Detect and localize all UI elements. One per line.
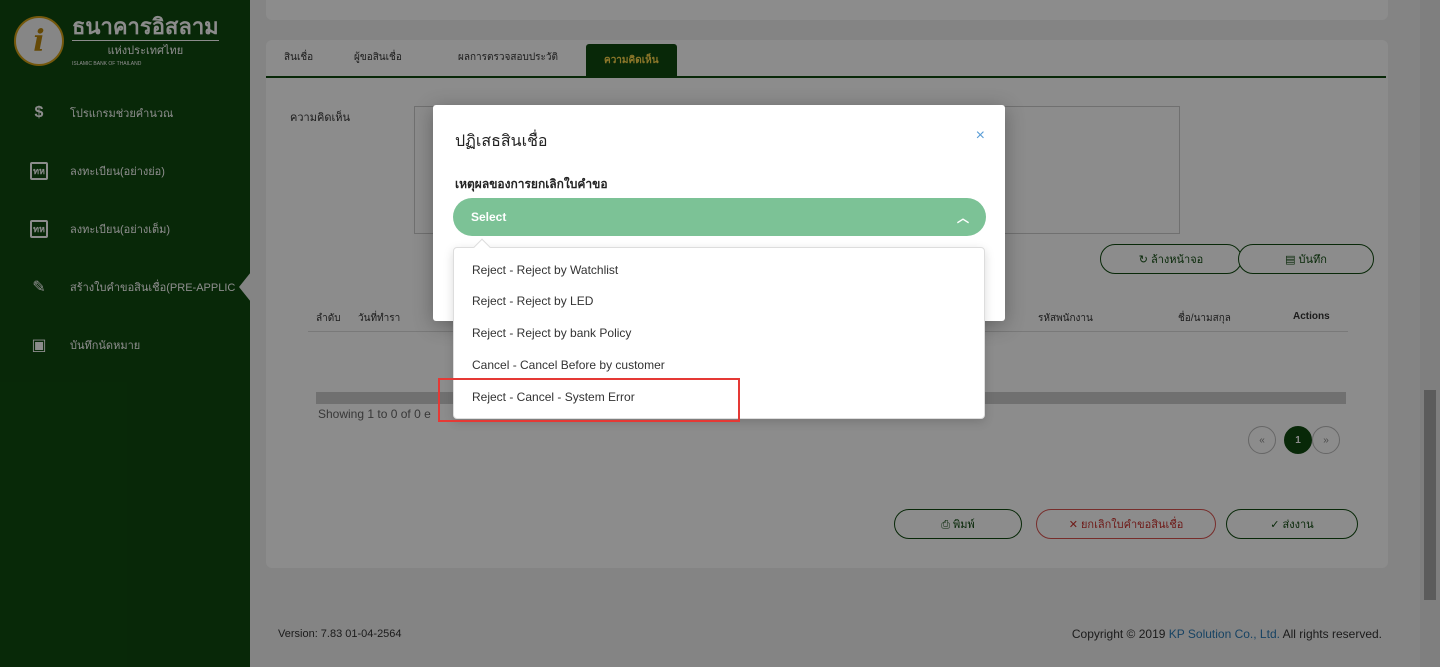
modal-title: ปฏิเสธสินเชื่อ (455, 133, 548, 150)
select-value: Select (471, 210, 507, 224)
reason-select[interactable]: Select ︿ (453, 198, 986, 236)
chevron-up-icon: ︿ (956, 210, 969, 225)
option-cancel-by-customer[interactable]: Cancel - Cancel Before by customer (472, 358, 665, 372)
reason-label: เหตุผลของการยกเลิกใบคำขอ (455, 177, 608, 191)
option-reject-bank-policy[interactable]: Reject - Reject by bank Policy (472, 326, 631, 340)
option-reject-led[interactable]: Reject - Reject by LED (472, 294, 593, 308)
option-reject-watchlist[interactable]: Reject - Reject by Watchlist (472, 263, 618, 277)
close-icon[interactable]: × (976, 127, 985, 145)
highlight-box (438, 378, 740, 422)
